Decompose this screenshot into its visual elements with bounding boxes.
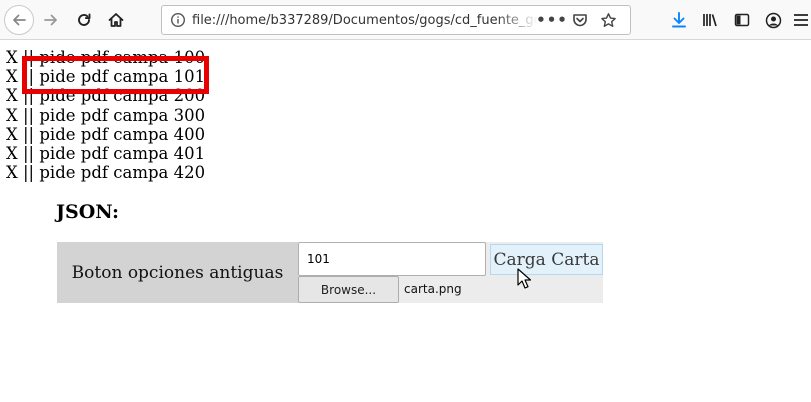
account-icon xyxy=(765,12,782,29)
library-icon xyxy=(702,12,720,28)
campaign-number-input[interactable] xyxy=(298,242,486,276)
address-bar[interactable]: file:///home/b337289/Documentos/gogs/cd_… xyxy=(161,5,631,35)
url-text[interactable]: file:///home/b337289/Documentos/gogs/cd_… xyxy=(192,13,538,28)
app-menu-button[interactable] xyxy=(787,6,811,34)
sidebar-button[interactable] xyxy=(728,6,756,34)
sidebar-icon xyxy=(734,12,750,28)
page-actions-menu-icon[interactable]: ••• xyxy=(536,6,567,34)
campaign-link-100[interactable]: X || pide pdf campa 100 xyxy=(6,48,205,67)
upload-panel: Boton opciones antiguas Carga Carta Brow… xyxy=(57,242,603,303)
back-button[interactable] xyxy=(4,5,34,35)
forward-button[interactable] xyxy=(37,6,65,34)
browser-toolbar: file:///home/b337289/Documentos/gogs/cd_… xyxy=(0,0,811,40)
legacy-options-button[interactable]: Boton opciones antiguas xyxy=(57,242,298,303)
pocket-icon[interactable] xyxy=(566,6,594,34)
reload-icon xyxy=(76,12,92,28)
hamburger-menu-icon xyxy=(793,13,809,27)
browse-button[interactable]: Browse... xyxy=(298,276,399,303)
home-icon xyxy=(107,11,125,29)
reload-button[interactable] xyxy=(70,6,98,34)
download-icon xyxy=(671,11,687,29)
info-icon[interactable] xyxy=(164,6,192,34)
selected-file-name: carta.png xyxy=(404,282,462,296)
bookmark-star-icon[interactable] xyxy=(594,6,622,34)
campaign-link-401[interactable]: X || pide pdf campa 401 xyxy=(6,144,205,163)
json-heading: JSON: xyxy=(56,201,119,223)
campaign-pdf-link-list: X || pide pdf campa 100 X || pide pdf ca… xyxy=(6,48,205,182)
campaign-link-101[interactable]: X || pide pdf campa 101 xyxy=(6,67,205,86)
library-button[interactable] xyxy=(697,6,725,34)
home-button[interactable] xyxy=(102,6,130,34)
campaign-link-420[interactable]: X || pide pdf campa 420 xyxy=(6,163,205,182)
load-card-button[interactable]: Carga Carta xyxy=(490,244,603,275)
campaign-link-300[interactable]: X || pide pdf campa 300 xyxy=(6,106,205,125)
account-button[interactable] xyxy=(759,6,787,34)
arrow-left-icon xyxy=(11,12,27,28)
downloads-button[interactable] xyxy=(665,6,693,34)
campaign-link-400[interactable]: X || pide pdf campa 400 xyxy=(6,125,205,144)
campaign-link-200[interactable]: X || pide pdf campa 200 xyxy=(6,86,205,105)
arrow-right-icon xyxy=(43,12,59,28)
